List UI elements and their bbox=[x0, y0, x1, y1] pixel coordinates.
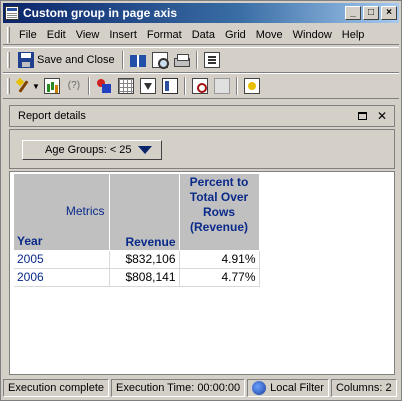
grid-icon bbox=[117, 78, 134, 94]
year-cell[interactable]: 2006 bbox=[14, 268, 110, 287]
print-preview-button[interactable] bbox=[150, 50, 170, 70]
menu-data[interactable]: Data bbox=[187, 29, 220, 41]
shapes-button[interactable] bbox=[94, 76, 114, 96]
globe-icon bbox=[252, 381, 267, 395]
minimize-icon: _ bbox=[350, 7, 356, 18]
properties-icon bbox=[203, 52, 220, 68]
status-time: Execution Time: 00:00:00 bbox=[111, 379, 246, 397]
report-details-maximize-button[interactable] bbox=[354, 109, 370, 123]
toolbar-separator bbox=[235, 77, 238, 95]
print-preview-icon bbox=[151, 52, 169, 69]
wand-button[interactable]: ▼ bbox=[15, 76, 40, 96]
year-cell[interactable]: 2005 bbox=[14, 250, 110, 269]
toolbar-grip[interactable] bbox=[7, 52, 10, 68]
menu-file[interactable]: File bbox=[14, 29, 42, 41]
table-row: 2006 $808,141 4.77% bbox=[14, 268, 260, 287]
toolbar-grip[interactable] bbox=[7, 78, 10, 94]
find-report-button[interactable] bbox=[190, 76, 210, 96]
report-details-label: Report details bbox=[18, 110, 86, 122]
percent-cell[interactable]: 4.77% bbox=[179, 268, 260, 287]
minimize-button[interactable]: _ bbox=[345, 6, 361, 20]
page-by-select[interactable]: Age Groups: < 25 bbox=[22, 140, 162, 160]
report-grid: Metrics Year Revenue Percent to Total Ov… bbox=[14, 174, 260, 287]
toolbar-separator bbox=[195, 51, 198, 69]
shapes-icon bbox=[96, 78, 112, 94]
menu-bar: File Edit View Insert Format Data Grid M… bbox=[3, 25, 399, 45]
toolbar-separator bbox=[121, 51, 124, 69]
parens-icon: (?) bbox=[67, 80, 81, 91]
report-grid-area: Metrics Year Revenue Percent to Total Ov… bbox=[9, 171, 395, 375]
percent-cell[interactable]: 4.91% bbox=[179, 250, 260, 269]
revenue-cell[interactable]: $808,141 bbox=[109, 268, 180, 287]
menu-insert[interactable]: Insert bbox=[104, 29, 142, 41]
title-bar[interactable]: Custom group in page axis _ □ × bbox=[3, 3, 399, 23]
percent-header-line: Total Over bbox=[189, 190, 249, 204]
status-execution: Execution complete bbox=[3, 379, 109, 397]
wizard-button[interactable] bbox=[242, 76, 262, 96]
menu-move[interactable]: Move bbox=[251, 29, 288, 41]
app-icon bbox=[5, 6, 19, 20]
wizard-icon bbox=[243, 78, 260, 94]
floppy-icon bbox=[18, 52, 34, 68]
menu-help[interactable]: Help bbox=[337, 29, 370, 41]
metrics-label: Metrics bbox=[65, 204, 105, 218]
report-details-close-button[interactable]: ✕ bbox=[374, 109, 390, 123]
report-details-bar: Report details ✕ bbox=[9, 105, 395, 127]
percent-header-line: (Revenue) bbox=[189, 220, 248, 234]
save-and-close-label: Save and Close bbox=[37, 54, 115, 66]
close-icon: × bbox=[386, 7, 392, 18]
book-icon bbox=[129, 55, 146, 67]
status-filter-label: Local Filter bbox=[270, 382, 324, 394]
grid-button[interactable] bbox=[116, 76, 136, 96]
report-toolbar: ▼ (?) bbox=[3, 73, 399, 99]
status-columns: Columns: 2 bbox=[330, 379, 397, 397]
standard-toolbar: Save and Close bbox=[3, 47, 399, 73]
menu-view[interactable]: View bbox=[71, 29, 105, 41]
report-window: Custom group in page axis _ □ × File Edi… bbox=[0, 0, 402, 401]
menu-grid[interactable]: Grid bbox=[220, 29, 251, 41]
page-by-area: Age Groups: < 25 bbox=[9, 129, 395, 169]
panel-icon bbox=[161, 78, 178, 94]
menu-edit[interactable]: Edit bbox=[42, 29, 71, 41]
page-by-value: Age Groups: < 25 bbox=[45, 144, 132, 156]
maximize-icon bbox=[357, 112, 367, 120]
chart-button[interactable] bbox=[42, 76, 62, 96]
percent-header[interactable]: Percent to Total Over Rows (Revenue) bbox=[179, 174, 260, 251]
chart-icon bbox=[43, 78, 60, 94]
status-bar: Execution complete Execution Time: 00:00… bbox=[3, 378, 399, 398]
filter-button[interactable] bbox=[138, 76, 158, 96]
maximize-button[interactable]: □ bbox=[363, 6, 379, 20]
maximize-icon: □ bbox=[367, 7, 375, 18]
menu-format[interactable]: Format bbox=[142, 29, 187, 41]
properties-button[interactable] bbox=[202, 50, 222, 70]
find-icon bbox=[191, 78, 208, 94]
chevron-down-icon bbox=[137, 146, 152, 154]
percent-header-line: Rows bbox=[202, 205, 235, 219]
disabled-icon bbox=[213, 78, 230, 94]
find-button[interactable] bbox=[128, 50, 148, 70]
print-button[interactable] bbox=[172, 50, 192, 70]
toolbar-separator bbox=[183, 77, 186, 95]
chevron-down-icon: ▼ bbox=[32, 81, 40, 91]
menu-window[interactable]: Window bbox=[288, 29, 337, 41]
printer-icon bbox=[173, 54, 190, 67]
close-icon: ✕ bbox=[376, 109, 388, 123]
revenue-cell[interactable]: $832,106 bbox=[109, 250, 180, 269]
revenue-header[interactable]: Revenue bbox=[109, 174, 180, 251]
table-row: 2005 $832,106 4.91% bbox=[14, 250, 260, 269]
parens-button[interactable]: (?) bbox=[64, 76, 84, 96]
year-header[interactable]: Year bbox=[17, 234, 42, 248]
menubar-grip[interactable] bbox=[7, 26, 10, 43]
toolbar-separator bbox=[87, 77, 90, 95]
save-and-close-button[interactable]: Save and Close bbox=[15, 50, 118, 70]
grid-corner-header[interactable]: Metrics Year bbox=[14, 174, 110, 251]
status-filter[interactable]: Local Filter bbox=[247, 379, 329, 397]
filter-icon bbox=[139, 78, 156, 94]
percent-header-line: Percent to bbox=[189, 175, 249, 189]
close-button[interactable]: × bbox=[381, 6, 397, 20]
window-title: Custom group in page axis bbox=[23, 6, 178, 20]
wand-icon bbox=[15, 78, 31, 94]
panel-button[interactable] bbox=[160, 76, 180, 96]
disabled-button[interactable] bbox=[212, 76, 232, 96]
